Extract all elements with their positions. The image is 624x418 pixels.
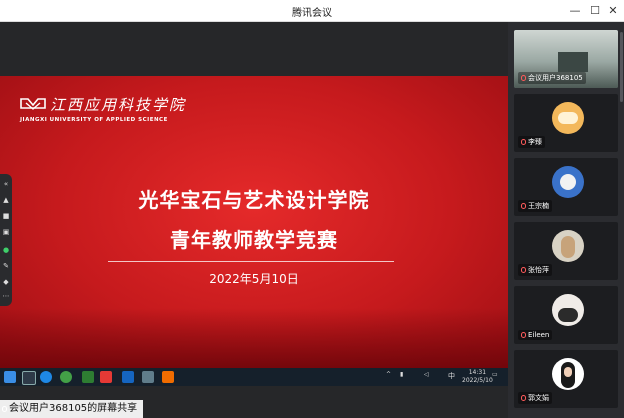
start-icon[interactable] — [4, 371, 16, 383]
participant-name: 李臻 — [528, 138, 542, 146]
slide-bottom-shade — [0, 308, 508, 368]
powerpoint-icon[interactable] — [162, 371, 174, 383]
avatar — [552, 102, 584, 134]
mic-muted-icon — [521, 75, 526, 81]
screen-share-text: 会议用户368105的屏幕共享 — [9, 403, 138, 414]
school-name-en: JIANGXI UNIVERSITY OF APPLIED SCIENCE — [20, 117, 168, 123]
participant-name-tag: 李臻 — [518, 136, 545, 148]
avatar — [552, 230, 584, 262]
title-bar: 腾讯会议 — ☐ ✕ — [0, 0, 624, 22]
participant-name-tag: 会议用户368105 — [518, 72, 586, 84]
slide-title-line2: 青年教师教学竞赛 — [170, 228, 338, 252]
pointer-icon[interactable]: ▲ — [2, 196, 10, 204]
pen-icon[interactable]: ✎ — [2, 262, 10, 270]
slide-date: 2022年5月10日 — [209, 272, 299, 286]
mic-muted-icon — [521, 203, 526, 209]
windows-taskbar: ^ ▮ ◁ 中 14:31 2022/5/10 ▭ — [0, 368, 508, 386]
participant-name: 张怡萍 — [528, 266, 549, 274]
participant-tile[interactable]: Eileen — [514, 286, 618, 344]
participant-name: Eileen — [528, 331, 550, 339]
avatar — [552, 294, 584, 326]
participant-name-tag: 张怡萍 — [518, 264, 552, 276]
school-logo: 江西应用科技学院 JIANGXI UNIVERSITY OF APPLIED S… — [20, 94, 186, 123]
panel-scrollbar[interactable] — [620, 32, 623, 102]
mic-icon — [2, 406, 7, 412]
grid-icon[interactable]: ■ — [2, 212, 10, 220]
shared-screen-area: 江西应用科技学院 JIANGXI UNIVERSITY OF APPLIED S… — [0, 22, 508, 418]
school-emblem-icon — [20, 98, 46, 110]
screen-share-label: 会议用户368105的屏幕共享 — [0, 400, 144, 418]
tray-network-icon[interactable]: ▮ — [400, 371, 403, 378]
avatar — [552, 166, 584, 198]
video-scene — [558, 52, 588, 72]
minimize-icon[interactable]: — — [564, 0, 586, 22]
more-icon[interactable]: ⋯ — [2, 292, 10, 300]
tray-ime[interactable]: 中 — [448, 371, 455, 381]
app-blue-icon[interactable] — [122, 371, 134, 383]
laser-icon[interactable]: ● — [2, 246, 10, 254]
tray-time: 14:31 — [468, 369, 487, 376]
select-icon[interactable]: ▣ — [2, 228, 10, 236]
close-icon[interactable]: ✕ — [602, 0, 624, 22]
tray-clock[interactable]: 14:31 2022/5/10 — [462, 369, 493, 385]
tray-volume-icon[interactable]: ◁ — [424, 371, 429, 378]
tray-date: 2022/5/10 — [462, 377, 493, 384]
participant-panel: 会议用户368105 李臻 王宗楠 张怡萍 Eileen 郭文娟 — [508, 22, 624, 418]
search-icon[interactable] — [22, 371, 36, 385]
slide-divider — [108, 261, 394, 262]
mic-muted-icon — [521, 395, 526, 401]
avatar — [552, 358, 584, 390]
participant-tile[interactable]: 郭文娟 — [514, 350, 618, 408]
participant-name-tag: 王宗楠 — [518, 200, 552, 212]
school-name-cn: 江西应用科技学院 — [50, 96, 187, 114]
participant-tile[interactable]: 王宗楠 — [514, 158, 618, 216]
edge-icon[interactable] — [40, 371, 52, 383]
mic-muted-icon — [521, 267, 526, 273]
notification-icon[interactable]: ▭ — [492, 371, 498, 378]
participant-name: 王宗楠 — [528, 202, 549, 210]
participant-tile[interactable]: 会议用户368105 — [514, 30, 618, 88]
participant-name-tag: 郭文娟 — [518, 392, 552, 404]
app-office-icon[interactable] — [82, 371, 94, 383]
mic-muted-icon — [521, 332, 526, 338]
presentation-slide: 江西应用科技学院 JIANGXI UNIVERSITY OF APPLIED S… — [0, 76, 508, 368]
participant-tile[interactable]: 张怡萍 — [514, 222, 618, 280]
wps-icon[interactable] — [100, 371, 112, 383]
eraser-icon[interactable]: ◆ — [2, 278, 10, 286]
participant-name: 郭文娟 — [528, 394, 549, 402]
collapse-icon[interactable]: « — [2, 180, 10, 188]
tray-chevron-icon[interactable]: ^ — [386, 371, 391, 378]
annotation-toolbar: « ▲ ■ ▣ ● ✎ ◆ ⋯ — [0, 174, 12, 306]
participant-tile[interactable]: 李臻 — [514, 94, 618, 152]
app-monitor-icon[interactable] — [142, 371, 154, 383]
participant-name-tag: Eileen — [518, 330, 553, 340]
mic-muted-icon — [521, 139, 526, 145]
app-green-icon[interactable] — [60, 371, 72, 383]
window-title: 腾讯会议 — [292, 8, 332, 19]
participant-name: 会议用户368105 — [528, 74, 583, 82]
slide-title-line1: 光华宝石与艺术设计学院 — [138, 188, 370, 212]
